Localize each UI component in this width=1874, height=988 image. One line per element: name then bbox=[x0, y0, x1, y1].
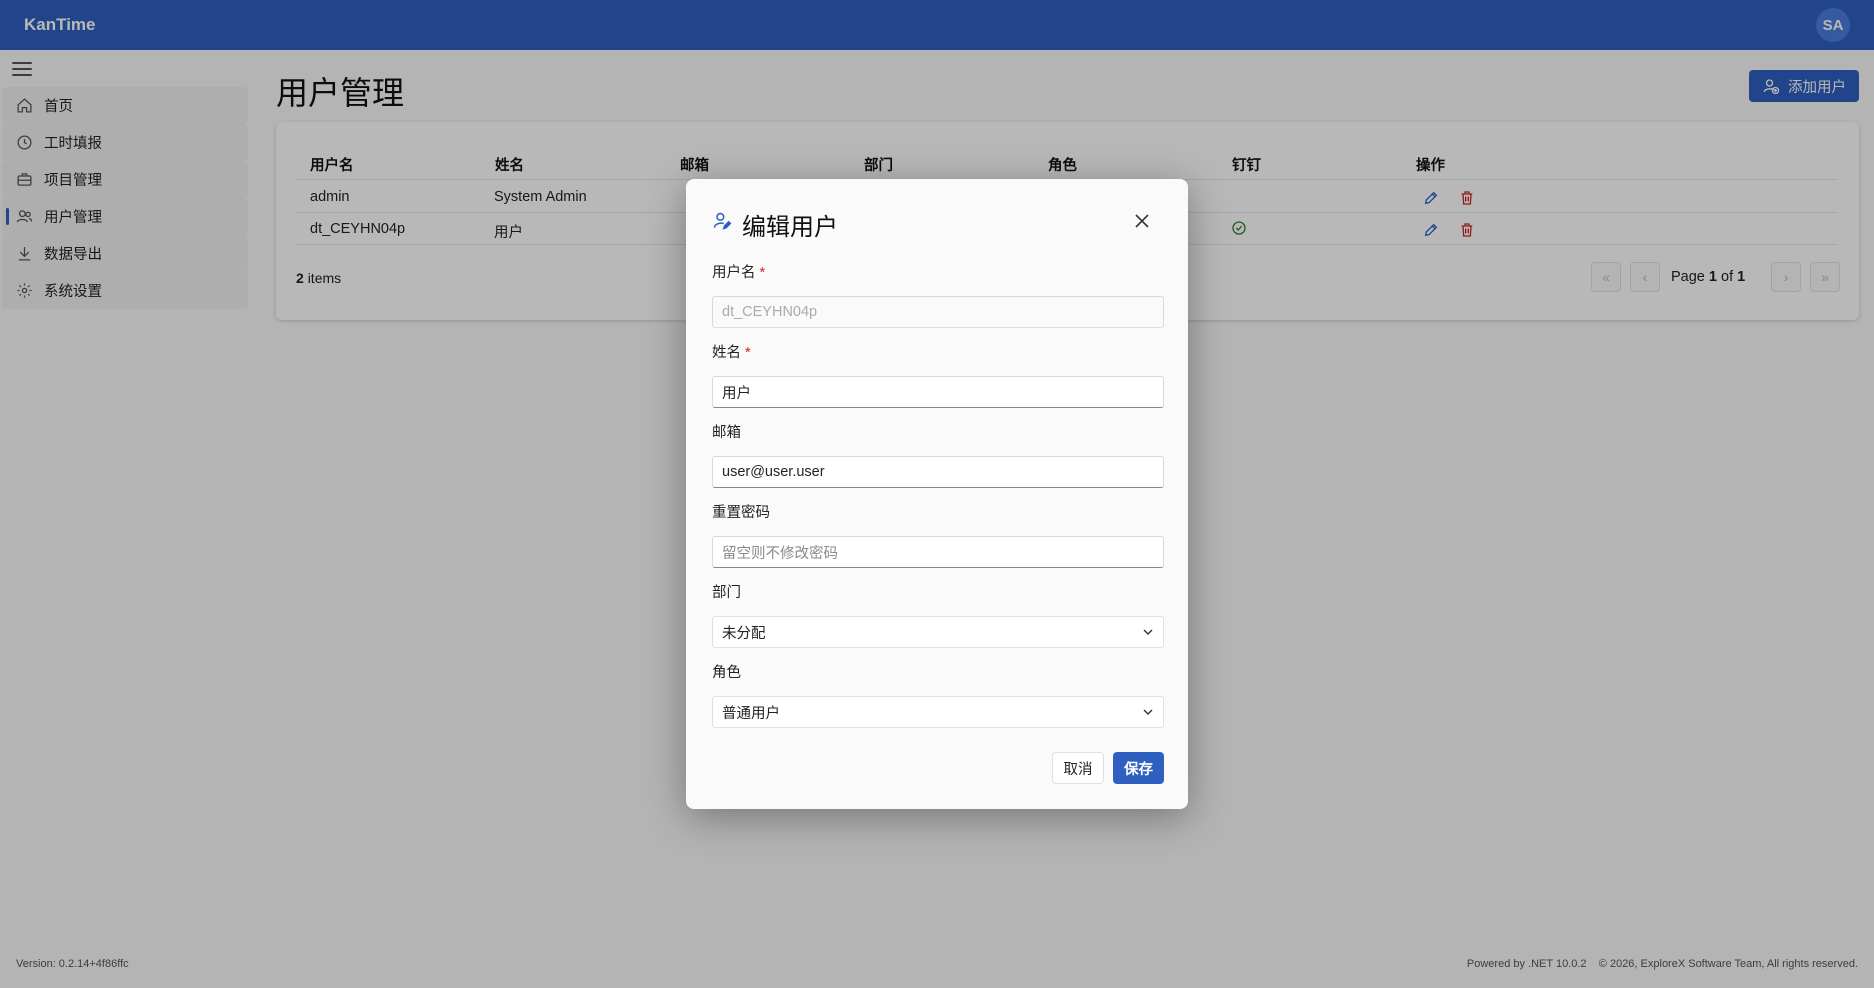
cancel-button[interactable]: 取消 bbox=[1052, 752, 1104, 784]
edit-user-dialog: 编辑用户 用户名 * dt_CEYHN04p 姓名 * 用户 邮箱 user@use… bbox=[686, 179, 1188, 809]
required-mark: * bbox=[759, 265, 766, 281]
email-label: 邮箱 bbox=[712, 425, 741, 441]
password-field[interactable]: 留空则不修改密码 bbox=[712, 536, 1164, 568]
edit-user-icon bbox=[712, 211, 732, 231]
username-label-text: 用户名 bbox=[712, 265, 756, 281]
dialog-title: 编辑用户 bbox=[742, 214, 838, 241]
close-icon[interactable] bbox=[1130, 209, 1154, 233]
chevron-down-icon bbox=[1143, 629, 1153, 635]
role-value: 普通用户 bbox=[722, 705, 780, 722]
username-label: 用户名 * bbox=[712, 261, 765, 282]
department-label: 部门 bbox=[712, 585, 741, 601]
name-field[interactable]: 用户 bbox=[712, 376, 1164, 408]
required-mark: * bbox=[745, 345, 751, 361]
save-button[interactable]: 保存 bbox=[1113, 752, 1164, 784]
role-label: 角色 bbox=[712, 665, 741, 681]
password-label: 重置密码 bbox=[712, 505, 770, 521]
department-select[interactable]: 未分配 bbox=[712, 616, 1164, 648]
chevron-down-icon bbox=[1143, 709, 1153, 715]
name-label: 姓名 * bbox=[712, 341, 751, 362]
role-select[interactable]: 普通用户 bbox=[712, 696, 1164, 728]
username-field: dt_CEYHN04p bbox=[712, 296, 1164, 328]
name-label-text: 姓名 bbox=[712, 345, 741, 361]
email-field[interactable]: user@user.user bbox=[712, 456, 1164, 488]
department-value: 未分配 bbox=[722, 625, 766, 642]
